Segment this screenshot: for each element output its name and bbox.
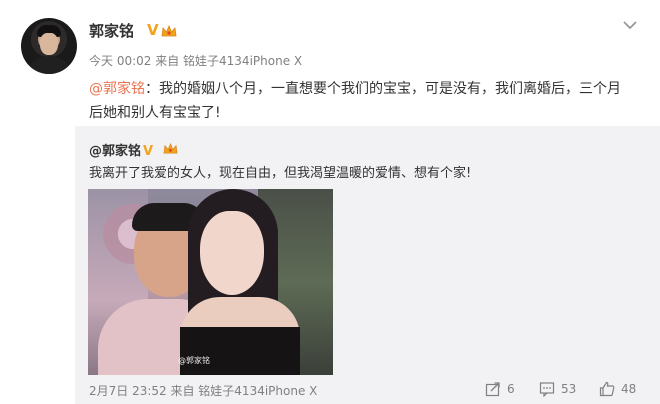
mention-link[interactable]: @郭家铭 — [89, 81, 145, 97]
photo-watermark: @郭家铭 — [178, 356, 210, 365]
repost-username-text[interactable]: @郭家铭 — [89, 144, 141, 159]
repost-button[interactable]: 6 — [485, 380, 515, 398]
post-meta: 今天 00:02 来自 铭娃子4134iPhone X — [89, 54, 303, 68]
avatar-face — [40, 33, 58, 55]
repost-count: 6 — [507, 382, 515, 396]
share-arrow-icon — [485, 382, 500, 397]
username[interactable]: 郭家铭 — [89, 20, 134, 41]
thumbs-up-icon — [599, 381, 615, 397]
photo-woman-face — [200, 211, 264, 295]
repost-photo[interactable]: @郭家铭 — [88, 189, 333, 375]
repost-username[interactable]: @郭家铭 V — [89, 140, 153, 159]
avatar-body — [27, 56, 71, 74]
weibo-post: 郭家铭 V 今天 00:02 来自 铭娃子4134iPhone X @郭家铭：我… — [0, 0, 660, 404]
comment-button[interactable]: 53 — [539, 380, 576, 398]
repost-text: 我离开了我爱的女人，现在自由，但我渴望温暖的爱情、想有个家! — [89, 166, 472, 181]
like-button[interactable]: 48 — [599, 380, 636, 398]
repost-meta: 2月7日 23:52 来自 铭娃子4134iPhone X — [89, 384, 318, 398]
chevron-down-icon[interactable] — [623, 20, 637, 30]
avatar[interactable] — [21, 18, 77, 74]
repost-card: @郭家铭 V 我离开了我爱的女人，现在自由，但我渴望温暖的爱情、想有个家! @郭家… — [75, 126, 660, 404]
comment-icon — [539, 382, 555, 397]
verified-icon: V — [147, 21, 159, 39]
crown-icon — [161, 25, 177, 37]
photo-woman-top — [180, 327, 300, 375]
comment-count: 53 — [561, 382, 577, 396]
post-text: ：我的婚姻八个月，一直想要个我们的宝宝，可是没有，我们离婚后，三个月后她和别人有… — [89, 81, 621, 121]
post-content: @郭家铭：我的婚姻八个月，一直想要个我们的宝宝，可是没有，我们离婚后，三个月后她… — [89, 77, 634, 125]
like-count: 48 — [621, 382, 637, 396]
repost-crown-icon — [163, 143, 178, 154]
repost-verified-icon: V — [143, 144, 154, 159]
